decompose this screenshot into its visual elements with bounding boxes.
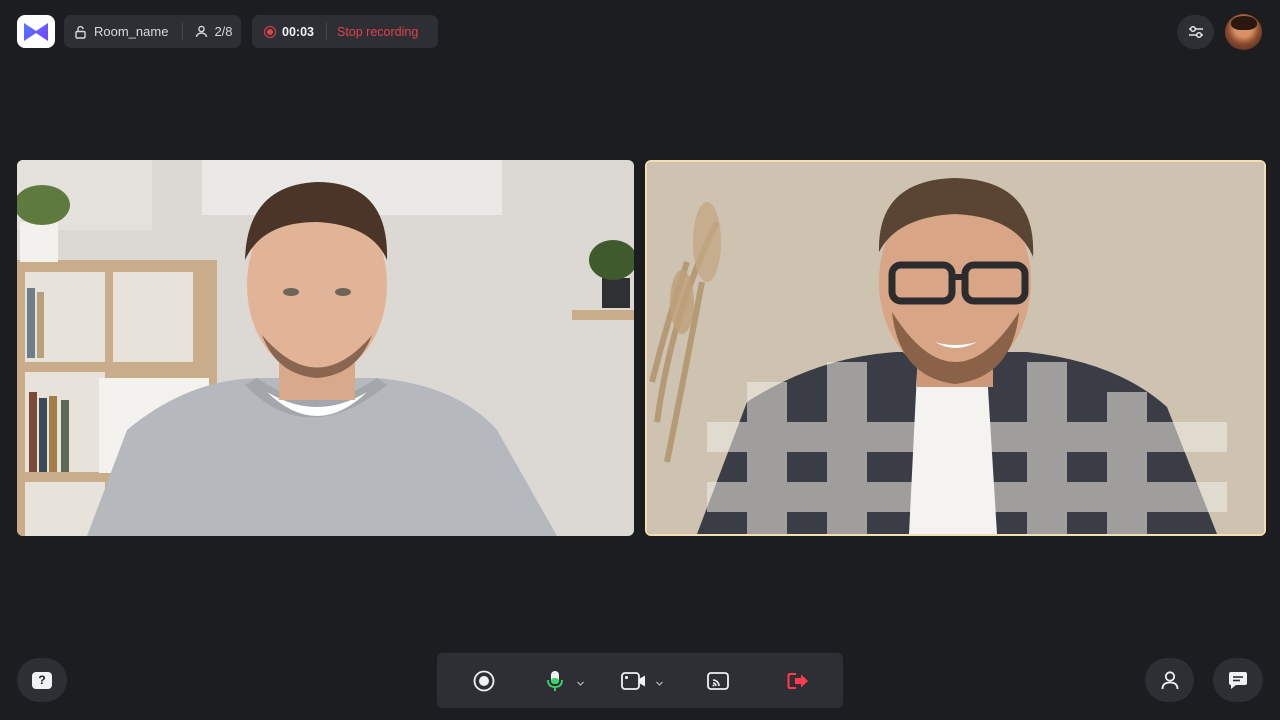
help-button[interactable]: ? [17, 658, 67, 702]
video-tile-participant-1[interactable] [17, 160, 634, 536]
recording-time: 00:03 [282, 24, 314, 39]
room-name-group[interactable]: Room_name [74, 24, 168, 39]
user-icon [196, 25, 208, 38]
meeting-logo-icon [24, 22, 48, 41]
participant-2-video [647, 162, 1264, 534]
cast-icon [707, 671, 729, 690]
participant-1-video [17, 160, 634, 536]
participants-count-group[interactable]: 2/8 [195, 24, 233, 39]
leave-icon [787, 672, 808, 689]
stop-recording-button[interactable]: Stop recording [337, 25, 418, 39]
chevron-down-icon [656, 681, 663, 686]
video-tile-participant-2[interactable] [645, 160, 1266, 536]
participants-button[interactable] [1145, 658, 1194, 702]
divider [182, 23, 184, 40]
microphone-button[interactable] [543, 653, 567, 708]
app-logo[interactable] [17, 15, 55, 48]
participants-count: 2/8 [214, 24, 233, 39]
chat-button[interactable] [1213, 658, 1263, 702]
settings-button[interactable] [1177, 15, 1214, 49]
microphone-icon [547, 670, 563, 691]
divider [325, 23, 327, 40]
microphone-options-button[interactable] [576, 675, 585, 693]
room-name: Room_name [94, 24, 169, 39]
record-button[interactable] [469, 653, 499, 708]
call-controls [437, 653, 843, 708]
screen-share-button[interactable] [705, 653, 731, 708]
user-avatar[interactable] [1225, 14, 1262, 50]
help-icon: ? [32, 671, 52, 689]
sliders-icon [1188, 25, 1203, 39]
camera-icon [621, 671, 645, 690]
people-icon [1161, 671, 1178, 690]
leave-call-button[interactable] [785, 653, 811, 708]
recording-dot-icon [264, 25, 276, 38]
chat-icon [1229, 671, 1247, 689]
chevron-down-icon [577, 681, 584, 686]
recording-status: 00:03 Stop recording [252, 15, 438, 48]
record-icon [473, 670, 495, 691]
room-info: Room_name 2/8 [64, 15, 241, 48]
camera-options-button[interactable] [655, 675, 664, 693]
camera-button[interactable] [619, 653, 649, 708]
unlock-icon [75, 25, 86, 39]
